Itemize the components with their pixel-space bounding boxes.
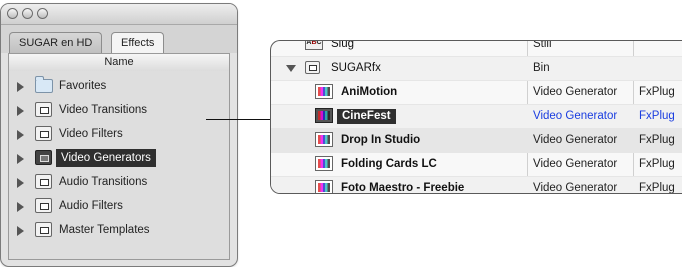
item-name: Drop In Studio: [341, 134, 421, 146]
list-item-video-filters[interactable]: Video Filters: [9, 123, 229, 147]
table-row-folding-cards[interactable]: Folding Cards LC Video Generator FxPlug: [271, 153, 682, 177]
item-name: CineFest: [337, 109, 396, 124]
close-button[interactable]: [7, 8, 18, 19]
table-row-drop-in-studio[interactable]: Drop In Studio Video Generator FxPlug: [271, 129, 682, 153]
table-row-sugarfx[interactable]: SUGARfx Bin: [271, 57, 682, 81]
item-type: Video Generator: [533, 182, 618, 194]
generator-icon: [315, 108, 333, 123]
item-type: Video Generator: [533, 158, 618, 170]
generator-icon: [315, 132, 333, 147]
table-row-animotion[interactable]: AniMotion Video Generator FxPlug: [271, 81, 682, 105]
list-item-label: Favorites: [59, 80, 107, 92]
zoom-button[interactable]: [37, 8, 48, 19]
item-type: Bin: [533, 62, 550, 74]
table-row-slug[interactable]: ABC Slug Still: [271, 40, 682, 57]
disclosure-triangle-icon[interactable]: [17, 178, 24, 188]
item-type: Still: [533, 40, 552, 50]
disclosure-triangle-icon[interactable]: [17, 82, 24, 92]
item-name: SUGARfx: [331, 62, 381, 74]
list-item-master-templates[interactable]: Master Templates: [9, 219, 229, 243]
generator-icon: [315, 180, 333, 193]
table-row-foto-maestro[interactable]: Foto Maestro - Freebie Video Generator F…: [271, 177, 682, 194]
disclosure-triangle-icon[interactable]: [17, 130, 24, 140]
item-type: Video Generator: [533, 86, 618, 98]
generator-icon: [315, 84, 333, 99]
slug-icon: ABC: [305, 41, 323, 50]
generator-icon: [315, 156, 333, 171]
disclosure-triangle-icon[interactable]: [286, 65, 296, 72]
list-item-label: Video Transitions: [59, 104, 148, 116]
disclosure-triangle-icon[interactable]: [17, 106, 24, 116]
item-name: Folding Cards LC: [341, 158, 437, 170]
effects-browser-window: SUGAR en HD Effects Name Favorites Video…: [0, 3, 238, 267]
bin-icon: [305, 61, 320, 74]
item-name: Foto Maestro - Freebie: [341, 182, 465, 194]
list-item-favorites[interactable]: Favorites: [9, 75, 229, 99]
item-ext: FxPlug: [639, 110, 675, 122]
generators-detail-panel: ABC Slug Still SUGARfx Bin AniMotion Vid…: [270, 40, 682, 194]
bin-icon: [35, 222, 52, 237]
disclosure-triangle-icon[interactable]: [17, 154, 24, 164]
item-ext: FxPlug: [639, 182, 675, 194]
bin-icon: [35, 174, 52, 189]
tab-sugar-en-hd[interactable]: SUGAR en HD: [9, 32, 103, 53]
folder-icon: [35, 76, 53, 93]
bin-icon: [35, 150, 52, 165]
table-row-cinefest[interactable]: CineFest Video Generator FxPlug: [271, 105, 682, 129]
item-type: Video Generator: [533, 110, 618, 122]
tab-effects[interactable]: Effects: [111, 32, 165, 54]
list-item-label: Audio Filters: [59, 200, 123, 212]
list-item-label: Master Templates: [59, 224, 150, 236]
list-item-video-generators[interactable]: Video Generators: [9, 147, 229, 171]
minimize-button[interactable]: [22, 8, 33, 19]
list-item-audio-filters[interactable]: Audio Filters: [9, 195, 229, 219]
item-name: Slug: [331, 40, 355, 50]
window-titlebar: [1, 4, 237, 25]
item-type: Video Generator: [533, 134, 618, 146]
disclosure-triangle-icon[interactable]: [17, 226, 24, 236]
list-item-audio-transitions[interactable]: Audio Transitions: [9, 171, 229, 195]
bin-icon: [35, 102, 52, 117]
item-ext: FxPlug: [639, 86, 675, 98]
name-column-header[interactable]: Name: [8, 53, 230, 72]
effects-list: Favorites Video Transitions Video Filter…: [8, 71, 230, 260]
browser-tabs: SUGAR en HD Effects: [1, 25, 237, 54]
disclosure-triangle-icon[interactable]: [17, 202, 24, 212]
item-ext: FxPlug: [639, 134, 675, 146]
list-item-label: Video Generators: [56, 149, 156, 167]
bin-icon: [35, 126, 52, 141]
item-name: AniMotion: [341, 86, 398, 98]
list-item-label: Video Filters: [59, 128, 123, 140]
list-item-video-transitions[interactable]: Video Transitions: [9, 99, 229, 123]
item-ext: FxPlug: [639, 158, 675, 170]
bin-icon: [35, 198, 52, 213]
list-item-label: Audio Transitions: [59, 176, 148, 188]
